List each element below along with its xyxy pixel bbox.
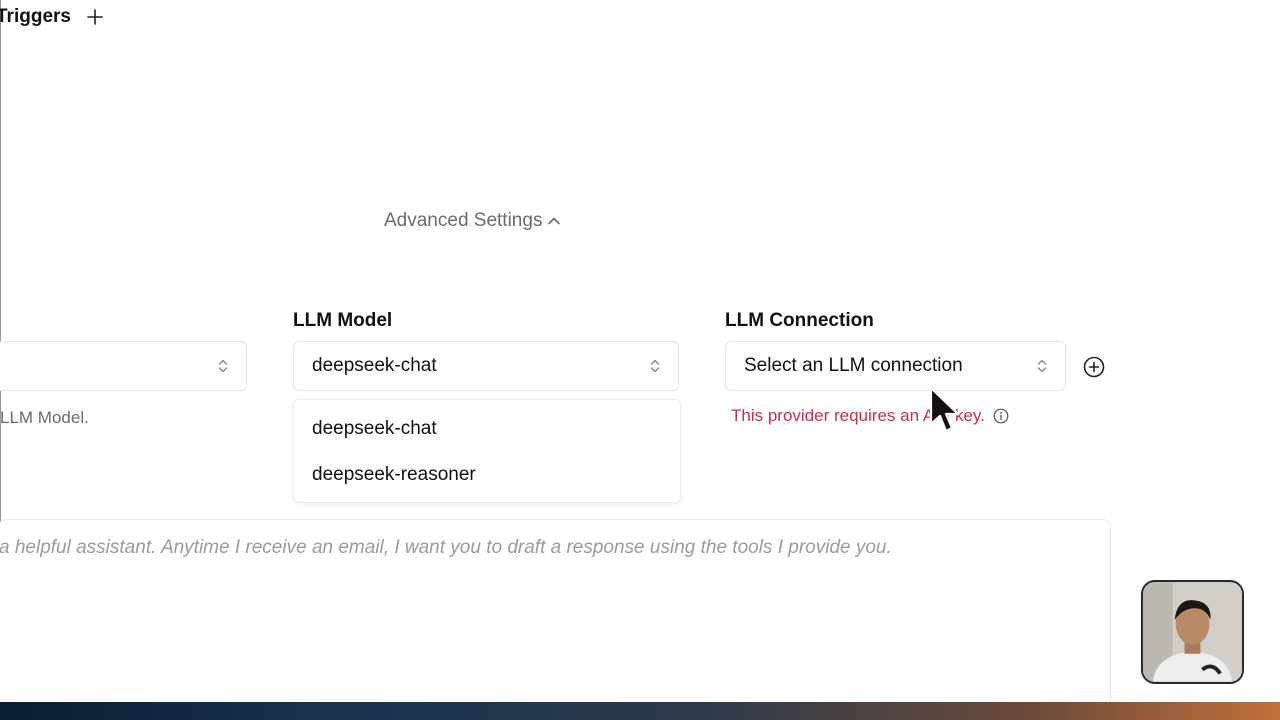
llm-model-value: deepseek-chat xyxy=(312,355,437,376)
system-prompt-text: a helpful assistant. Anytime I receive a… xyxy=(0,537,892,558)
info-icon[interactable] xyxy=(993,408,1009,424)
llm-connection-error: This provider requires an API key. xyxy=(731,406,1009,426)
chevron-up-down-icon xyxy=(650,359,660,373)
llm-model-select[interactable]: deepseek-chat xyxy=(293,341,679,391)
triggers-header: Triggers xyxy=(0,4,105,30)
chevron-up-icon xyxy=(548,217,561,225)
presenter-video xyxy=(1143,582,1242,682)
webcam-overlay xyxy=(1141,580,1244,684)
provider-select[interactable] xyxy=(0,341,247,391)
llm-model-label: LLM Model xyxy=(293,310,393,331)
error-text: This provider requires an API key. xyxy=(731,406,985,425)
advanced-settings-toggle[interactable]: Advanced Settings xyxy=(384,210,562,232)
triggers-title: Triggers xyxy=(0,6,71,27)
chevron-up-down-icon xyxy=(218,359,228,373)
provider-help-text: LLM Model. xyxy=(0,408,89,427)
llm-connection-select[interactable]: Select an LLM connection xyxy=(725,341,1066,391)
advanced-settings-label: Advanced Settings xyxy=(384,210,543,231)
llm-model-option[interactable]: deepseek-chat xyxy=(294,406,680,452)
app-window: Triggers Advanced Settings LLM Model. LL… xyxy=(0,0,1280,720)
plus-circle-icon[interactable] xyxy=(1082,355,1106,379)
llm-connection-label: LLM Connection xyxy=(725,310,874,331)
desktop-taskbar xyxy=(0,702,1280,720)
llm-model-option[interactable]: deepseek-reasoner xyxy=(294,452,680,498)
plus-icon[interactable] xyxy=(85,7,105,27)
llm-connection-placeholder: Select an LLM connection xyxy=(744,355,963,376)
llm-model-dropdown: deepseek-chat deepseek-reasoner xyxy=(293,399,681,503)
system-prompt-input[interactable]: a helpful assistant. Anytime I receive a… xyxy=(0,519,1111,709)
chevron-up-down-icon xyxy=(1037,359,1047,373)
